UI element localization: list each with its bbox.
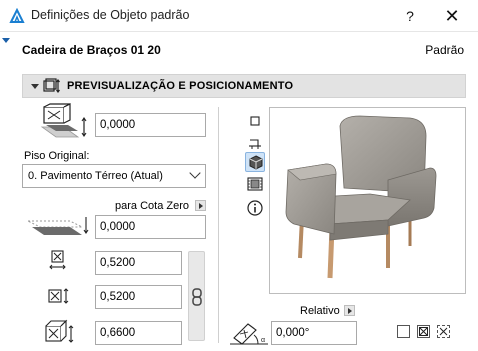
panel-divider: [218, 107, 219, 343]
relative-menu-button[interactable]: [344, 305, 355, 316]
zero-level-icon: [27, 217, 89, 235]
close-button[interactable]: ✕: [440, 5, 464, 27]
proportion-lock-button[interactable]: [188, 251, 205, 341]
plan-view-button[interactable]: [245, 111, 265, 131]
rotation-angle-icon: α: [230, 323, 268, 345]
title-bar: Definições de Objeto padrão ? ✕: [0, 0, 478, 32]
home-floor-selected: 0. Pavimento Térreo (Atual): [28, 170, 163, 182]
relative-label: Relativo: [300, 305, 340, 317]
elevation-offset-icon: [40, 103, 87, 138]
preview-positioning-icon: [43, 78, 60, 93]
elevation-view-button[interactable]: [245, 174, 265, 194]
mirror-y-checkbox[interactable]: [437, 325, 450, 338]
section-view-button[interactable]: [245, 133, 265, 153]
height-icon: [45, 319, 74, 343]
object-name: Cadeira de Braços 01 20: [22, 43, 161, 57]
home-floor-select[interactable]: 0. Pavimento Térreo (Atual): [22, 164, 206, 188]
elevation-view-icon: [247, 177, 263, 191]
archicad-app-icon: [9, 8, 25, 23]
depth-input[interactable]: 0,5200: [95, 285, 182, 309]
info-button[interactable]: [245, 198, 265, 218]
mirror-x-icon: [419, 327, 428, 336]
section-title: PREVISUALIZAÇÃO E POSICIONAMENTO: [67, 80, 294, 92]
floor-label: Piso Original:: [24, 150, 90, 162]
section-header-preview-positioning[interactable]: PREVISUALIZAÇÃO E POSICIONAMENTO: [22, 74, 466, 98]
rotation-angle-input[interactable]: 0,000°: [271, 321, 357, 345]
plan-view-icon: [250, 116, 260, 126]
window-title: Definições de Objeto padrão: [31, 8, 190, 22]
zero-level-label: para Cota Zero: [115, 200, 189, 212]
panel-collapse-icon[interactable]: [2, 38, 10, 43]
depth-icon: [48, 288, 69, 304]
zero-level-menu-button[interactable]: [195, 200, 206, 211]
mirror-none-checkbox[interactable]: [397, 325, 410, 338]
section-expand-icon[interactable]: [31, 84, 39, 89]
elevation-offset-input[interactable]: 0,0000: [95, 113, 206, 137]
width-input[interactable]: 0,5200: [95, 251, 182, 275]
info-icon: [247, 200, 263, 216]
section-view-icon: [249, 139, 261, 149]
mirror-y-icon: [439, 327, 448, 336]
mirror-x-checkbox[interactable]: [417, 325, 430, 338]
3d-view-icon: [249, 155, 263, 170]
width-icon: [49, 250, 66, 270]
chevron-down-icon: [189, 167, 201, 179]
zero-level-input[interactable]: 0,0000: [95, 215, 206, 239]
armchair-preview-image: [285, 115, 437, 279]
svg-text:α: α: [261, 337, 265, 344]
chain-link-icon: [192, 288, 202, 306]
help-button[interactable]: ?: [400, 5, 420, 27]
object-preview[interactable]: [269, 107, 466, 294]
preset-label: Padrão: [425, 43, 464, 57]
3d-view-button[interactable]: [245, 152, 265, 172]
height-input[interactable]: 0,6600: [95, 321, 182, 345]
